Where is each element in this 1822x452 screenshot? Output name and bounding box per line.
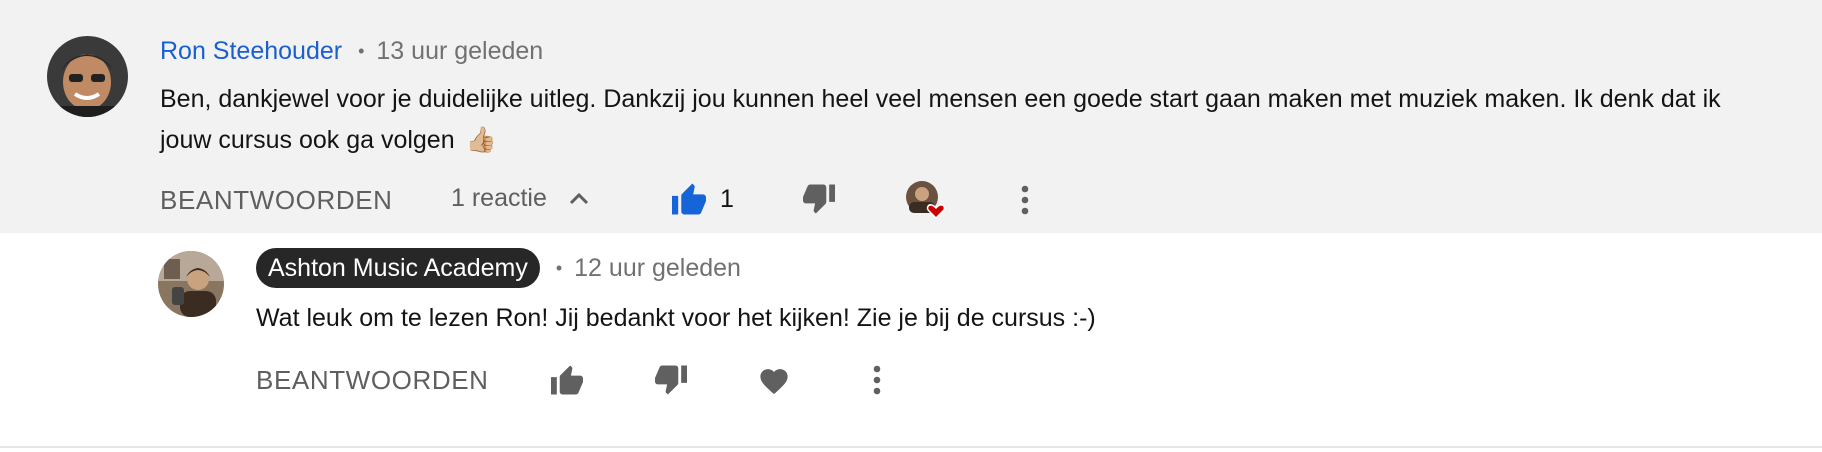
comment-text-line: Ben, dankjewel voor je duidelijke uitleg… — [160, 85, 1721, 113]
commenter-avatar[interactable] — [47, 36, 128, 117]
reply-heart-button[interactable] — [753, 359, 795, 401]
more-vertical-icon — [1020, 185, 1030, 215]
comment-text-line-content: jouw cursus ook ga volgen — [160, 126, 455, 154]
thumbs-down-icon — [801, 183, 837, 215]
reply-dislike-button[interactable] — [650, 359, 692, 401]
bottom-divider — [0, 446, 1822, 448]
separator-dot: • — [358, 40, 365, 61]
thumbs-up-filled-icon — [670, 182, 708, 216]
thumbs-down-icon — [653, 364, 689, 396]
reply-timestamp[interactable]: 12 uur geleden — [574, 254, 741, 283]
thumbs-up-icon — [549, 364, 585, 396]
creator-heart-badge[interactable] — [905, 180, 947, 222]
replies-count-label: 1 reactie — [451, 184, 547, 212]
comment-thread-main: Ron Steehouder • 13 uur geleden Ben, dan… — [0, 0, 1822, 233]
chevron-up-icon — [569, 191, 589, 205]
reply-more-actions-button[interactable] — [862, 360, 892, 400]
dislike-button[interactable] — [798, 178, 840, 220]
creator-author-badge[interactable]: Ashton Music Academy — [256, 248, 540, 288]
reply-like-button[interactable] — [546, 359, 588, 401]
comment-timestamp[interactable]: 13 uur geleden — [376, 37, 543, 66]
reply-reply-button[interactable]: BEANTWOORDEN — [256, 355, 489, 405]
more-actions-button[interactable] — [1010, 180, 1040, 220]
heart-icon — [757, 365, 791, 395]
like-button[interactable] — [668, 178, 710, 220]
reply-text: Wat leuk om te lezen Ron! Jij bedankt vo… — [256, 304, 1096, 332]
reply-author-avatar[interactable] — [158, 251, 224, 317]
toggle-replies-button[interactable]: 1 reactie — [451, 173, 589, 223]
comment-text: Ben, dankjewel voor je duidelijke uitleg… — [160, 79, 1800, 161]
comment-header: Ron Steehouder • 13 uur geleden — [160, 30, 543, 72]
reply-header: Ashton Music Academy • 12 uur geleden — [256, 247, 741, 289]
reply-button[interactable]: BEANTWOORDEN — [160, 175, 393, 225]
comment-text-line: jouw cursus ook ga volgen 👍🏼 — [160, 120, 1800, 161]
creator-heart-icon — [905, 180, 947, 222]
comment-author-link[interactable]: Ron Steehouder — [160, 37, 342, 66]
more-vertical-icon — [872, 365, 882, 395]
separator-dot: • — [555, 257, 563, 278]
thumbs-up-emoji: 👍🏼 — [465, 126, 497, 154]
like-count: 1 — [720, 185, 734, 213]
